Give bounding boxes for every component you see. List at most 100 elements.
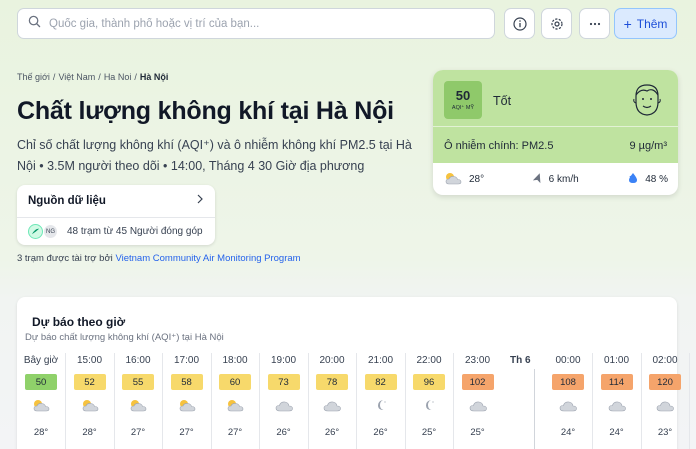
humidity-icon — [627, 172, 639, 187]
breadcrumb: Thế giới / Việt Nam / Ha Noi / Hà Nội — [17, 72, 169, 82]
forecast-hour-temp: 28° — [33, 427, 49, 438]
hour-divider — [404, 353, 406, 449]
cloud-icon — [558, 397, 578, 413]
forecast-hour-time: 17:00 — [173, 355, 200, 366]
data-sources-card[interactable]: Nguồn dữ liệu NG 48 trạm từ 45 Người đón… — [17, 185, 215, 245]
forecast-hour-temp: 28° — [82, 427, 97, 438]
hour-divider — [592, 353, 593, 449]
forecast-hour-temp: 27° — [179, 427, 194, 438]
data-sources-title: Nguồn dữ liệu — [28, 194, 106, 207]
cloud-icon — [607, 397, 627, 413]
forecast-hour-aqi: 82 — [364, 374, 397, 390]
forecast-hour-aqi: 114 — [600, 374, 633, 390]
forecast-hour-time: 23:00 — [464, 355, 491, 366]
hour-divider — [162, 353, 163, 449]
current-temperature: 28° — [469, 173, 485, 185]
forecast-hour-temp: 25° — [421, 427, 437, 438]
forecast-hour-aqi: 78 — [316, 374, 348, 390]
sponsor-prefix: 3 trạm được tài trợ bởi — [17, 253, 113, 264]
more-button[interactable] — [579, 8, 610, 39]
forecast-hour-temp: 25° — [470, 427, 485, 438]
forecast-hour-item: 23:00 102 25° — [456, 355, 500, 438]
forecast-hour-time: 21:00 — [367, 355, 394, 366]
forecast-hour-temp: 24° — [560, 427, 576, 438]
forecast-hour-aqi: 50 — [25, 374, 57, 390]
page-description: Chỉ số chất lượng không khí (AQI⁺) và ô … — [17, 138, 412, 173]
breadcrumb-city: Hà Nội — [139, 72, 169, 82]
forecast-hour-temp: 24° — [609, 427, 624, 438]
forecast-hour-time: 16:00 — [125, 355, 151, 366]
search-input[interactable] — [49, 17, 494, 30]
forecast-subtitle: Dự báo chất lượng không khí (AQI⁺) tại H… — [25, 332, 224, 343]
forecast-hour-temp: 27° — [227, 427, 243, 438]
cloud-icon — [274, 397, 294, 413]
forecast-hour-time: 01:00 — [603, 355, 630, 366]
breadcrumb-country[interactable]: Việt Nam — [58, 72, 95, 82]
plus-icon: + — [623, 15, 632, 32]
forecast-title: Dự báo theo giờ — [32, 315, 126, 329]
partly-cloudy-sun-icon — [443, 171, 463, 188]
forecast-hour-time: 22:00 — [416, 355, 442, 366]
info-button[interactable] — [504, 8, 535, 39]
add-button[interactable]: + Thêm — [614, 8, 677, 39]
forecast-hour-item: 20:00 78 26° — [310, 355, 354, 438]
page-title: Chất lượng không khí tại Hà Nội — [17, 97, 394, 125]
moon-icon — [421, 397, 437, 413]
forecast-hour-time: 00:00 — [555, 355, 581, 366]
forecast-hour-time: 02:00 — [652, 355, 678, 366]
partly-cloudy-sun-icon — [80, 397, 100, 413]
forecast-hour-aqi: 60 — [219, 374, 251, 390]
more-icon — [589, 22, 600, 25]
forecast-hour-aqi: 108 — [552, 374, 584, 390]
forecast-hour-item: 15:00 52 28° — [68, 355, 112, 438]
forecast-hour-time: 20:00 — [319, 355, 345, 366]
hour-divider — [210, 353, 212, 449]
humidity-value: 48 % — [645, 173, 668, 185]
contributor-logo-icon — [28, 224, 43, 239]
hourly-forecast-card: Dự báo theo giờ Dự báo chất lượng không … — [17, 297, 690, 449]
aqi-value: 50 — [455, 88, 471, 103]
contributor-avatar: NG — [43, 224, 58, 239]
partly-cloudy-sun-icon — [31, 397, 51, 413]
hour-divider — [65, 353, 66, 449]
hour-divider — [356, 353, 357, 449]
top-bar: + Thêm — [17, 8, 679, 39]
settings-button[interactable] — [541, 8, 572, 39]
search-icon — [28, 15, 41, 33]
forecast-hour-temp: 26° — [276, 427, 291, 438]
forecast-hour-time: 15:00 — [76, 355, 103, 366]
forecast-hour-time: 18:00 — [222, 355, 248, 366]
main-pollutant-label: Ô nhiễm chính: PM2.5 — [444, 140, 554, 152]
forecast-hour-time: 19:00 — [270, 355, 297, 366]
partly-cloudy-sun-icon — [128, 397, 148, 413]
cloud-icon — [322, 397, 342, 413]
search-box[interactable] — [17, 8, 495, 39]
gear-icon — [550, 17, 563, 30]
hour-divider — [259, 353, 260, 449]
forecast-hour-aqi: 102 — [461, 374, 494, 390]
forecast-hour-aqi: 73 — [267, 374, 300, 390]
partly-cloudy-sun-icon — [225, 397, 245, 413]
sponsor-text: 3 trạm được tài trợ bởi Vietnam Communit… — [17, 253, 301, 264]
forecast-hour-item: 16:00 55 27° — [116, 355, 160, 438]
cloud-icon — [468, 397, 488, 413]
forecast-hour-temp: 26° — [373, 427, 388, 438]
data-sources-summary: 48 trạm từ 45 Người đóng góp — [67, 226, 203, 237]
info-icon — [512, 16, 527, 31]
hour-divider — [453, 353, 454, 449]
aqi-unit: AQI⁺ MỸ — [451, 105, 475, 111]
chevron-right-icon — [196, 194, 204, 207]
hour-divider — [640, 353, 642, 449]
forecast-hour-item: 17:00 58 27° — [165, 355, 209, 438]
forecast-hour-item: 00:00 108 24° — [546, 355, 590, 438]
sponsor-link[interactable]: Vietnam Community Air Monitoring Program — [115, 253, 300, 264]
forecast-hour-aqi: 96 — [413, 374, 445, 390]
face-icon — [631, 82, 663, 123]
hour-divider — [307, 353, 309, 449]
forecast-hour-item: 03:00 — [692, 355, 696, 427]
forecast-hour-item: 19:00 73 26° — [262, 355, 306, 438]
forecast-hour-item: Bây giờ 50 28° — [19, 355, 63, 438]
hour-divider — [689, 353, 690, 449]
breadcrumb-world[interactable]: Thế giới — [17, 72, 50, 82]
breadcrumb-region[interactable]: Ha Noi — [104, 72, 132, 82]
